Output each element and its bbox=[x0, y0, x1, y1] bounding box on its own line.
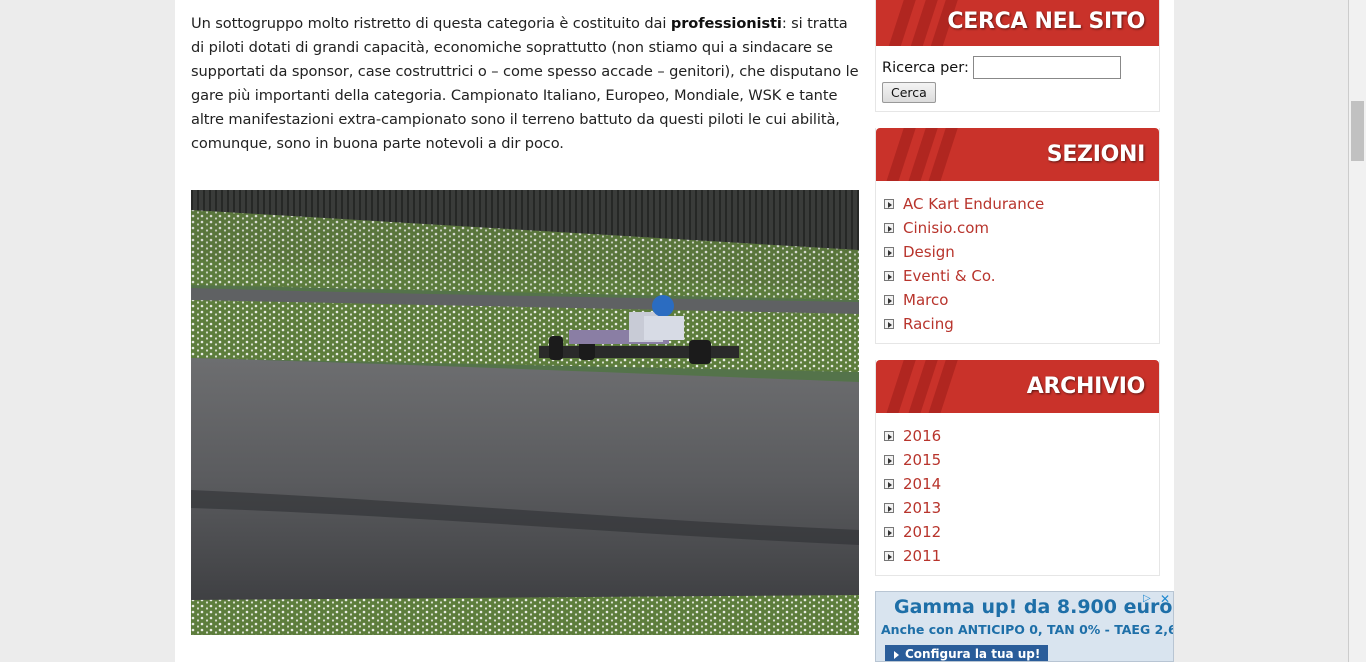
arrow-bullet-icon bbox=[884, 247, 894, 257]
section-link[interactable]: Eventi & Co. bbox=[903, 267, 996, 285]
sections-widget-header: SEZIONI bbox=[876, 128, 1159, 181]
list-item: 2011 bbox=[884, 544, 1159, 568]
kart-track-image bbox=[191, 190, 859, 635]
arrow-bullet-icon bbox=[884, 455, 894, 465]
ad-cta-button[interactable]: Configura la tua up! bbox=[885, 645, 1049, 661]
arrow-bullet-icon bbox=[884, 223, 894, 233]
arrow-bullet-icon bbox=[884, 271, 894, 281]
section-link[interactable]: AC Kart Endurance bbox=[903, 195, 1044, 213]
archive-list: 2016 2015 2014 2013 2012 2011 bbox=[876, 413, 1159, 575]
arrow-bullet-icon bbox=[884, 551, 894, 561]
paragraph-text: Un sottogruppo molto ristretto di questa… bbox=[191, 15, 671, 32]
search-input[interactable] bbox=[972, 56, 1121, 79]
section-link[interactable]: Racing bbox=[903, 315, 954, 333]
archive-link[interactable]: 2012 bbox=[903, 523, 941, 541]
search-button[interactable]: Cerca bbox=[882, 82, 936, 103]
arrow-bullet-icon bbox=[884, 295, 894, 305]
archive-link[interactable]: 2013 bbox=[903, 499, 941, 517]
article-paragraph: Un sottogruppo molto ristretto di questa… bbox=[191, 12, 861, 156]
arrow-bullet-icon bbox=[884, 479, 894, 489]
arrow-bullet-icon bbox=[884, 431, 894, 441]
search-label: Ricerca per: bbox=[882, 59, 969, 76]
archive-link[interactable]: 2011 bbox=[903, 547, 941, 565]
ad-subline: Anche con ANTICIPO 0, TAN 0% - TAEG 2,68… bbox=[881, 622, 1174, 637]
sidebar: CERCA NEL SITO Ricerca per: Cerca SEZION… bbox=[875, 0, 1160, 592]
vertical-scrollbar[interactable] bbox=[1349, 0, 1366, 662]
search-widget-header: CERCA NEL SITO bbox=[876, 0, 1159, 46]
article-body: Un sottogruppo molto ristretto di questa… bbox=[191, 12, 861, 156]
section-link[interactable]: Cinisio.com bbox=[903, 219, 989, 237]
scrollbar-thumb[interactable] bbox=[1351, 101, 1364, 161]
section-link[interactable]: Marco bbox=[903, 291, 948, 309]
search-widget: CERCA NEL SITO Ricerca per: Cerca bbox=[875, 0, 1160, 112]
close-icon[interactable]: ✕ bbox=[1160, 592, 1170, 606]
list-item: Marco bbox=[884, 288, 1159, 312]
archive-link[interactable]: 2015 bbox=[903, 451, 941, 469]
archive-link[interactable]: 2016 bbox=[903, 427, 941, 445]
archive-widget-header: ARCHIVIO bbox=[876, 360, 1159, 413]
arrow-bullet-icon bbox=[884, 319, 894, 329]
list-item: Design bbox=[884, 240, 1159, 264]
list-item: AC Kart Endurance bbox=[884, 192, 1159, 216]
list-item: Racing bbox=[884, 312, 1159, 336]
archive-link[interactable]: 2014 bbox=[903, 475, 941, 493]
list-item: 2013 bbox=[884, 496, 1159, 520]
list-item: Eventi & Co. bbox=[884, 264, 1159, 288]
paragraph-text-rest: : si tratta di piloti dotati di grandi c… bbox=[191, 15, 859, 152]
search-widget-title: CERCA NEL SITO bbox=[947, 9, 1145, 34]
list-item: 2015 bbox=[884, 448, 1159, 472]
sections-list: AC Kart Endurance Cinisio.com Design Eve… bbox=[876, 181, 1159, 343]
page-content: Un sottogruppo molto ristretto di questa… bbox=[175, 0, 1174, 662]
karting-photo bbox=[191, 190, 859, 635]
bold-term: professionisti bbox=[670, 15, 782, 32]
list-item: Cinisio.com bbox=[884, 216, 1159, 240]
arrow-bullet-icon bbox=[884, 503, 894, 513]
advertisement-banner[interactable]: Gamma up! da 8.900 euro. Anche con ANTIC… bbox=[875, 591, 1174, 662]
list-item: 2012 bbox=[884, 520, 1159, 544]
adchoices-icon[interactable]: ▷ bbox=[1143, 593, 1155, 605]
archive-widget: ARCHIVIO 2016 2015 2014 2013 2012 2011 bbox=[875, 360, 1160, 576]
arrow-bullet-icon bbox=[884, 527, 894, 537]
sections-widget: SEZIONI AC Kart Endurance Cinisio.com De… bbox=[875, 128, 1160, 344]
list-item: 2016 bbox=[884, 424, 1159, 448]
ad-headline: Gamma up! da 8.900 euro. bbox=[894, 596, 1174, 618]
list-item: 2014 bbox=[884, 472, 1159, 496]
sections-widget-title: SEZIONI bbox=[1046, 142, 1146, 167]
section-link[interactable]: Design bbox=[903, 243, 955, 261]
archive-widget-title: ARCHIVIO bbox=[1026, 374, 1146, 399]
arrow-bullet-icon bbox=[884, 199, 894, 209]
